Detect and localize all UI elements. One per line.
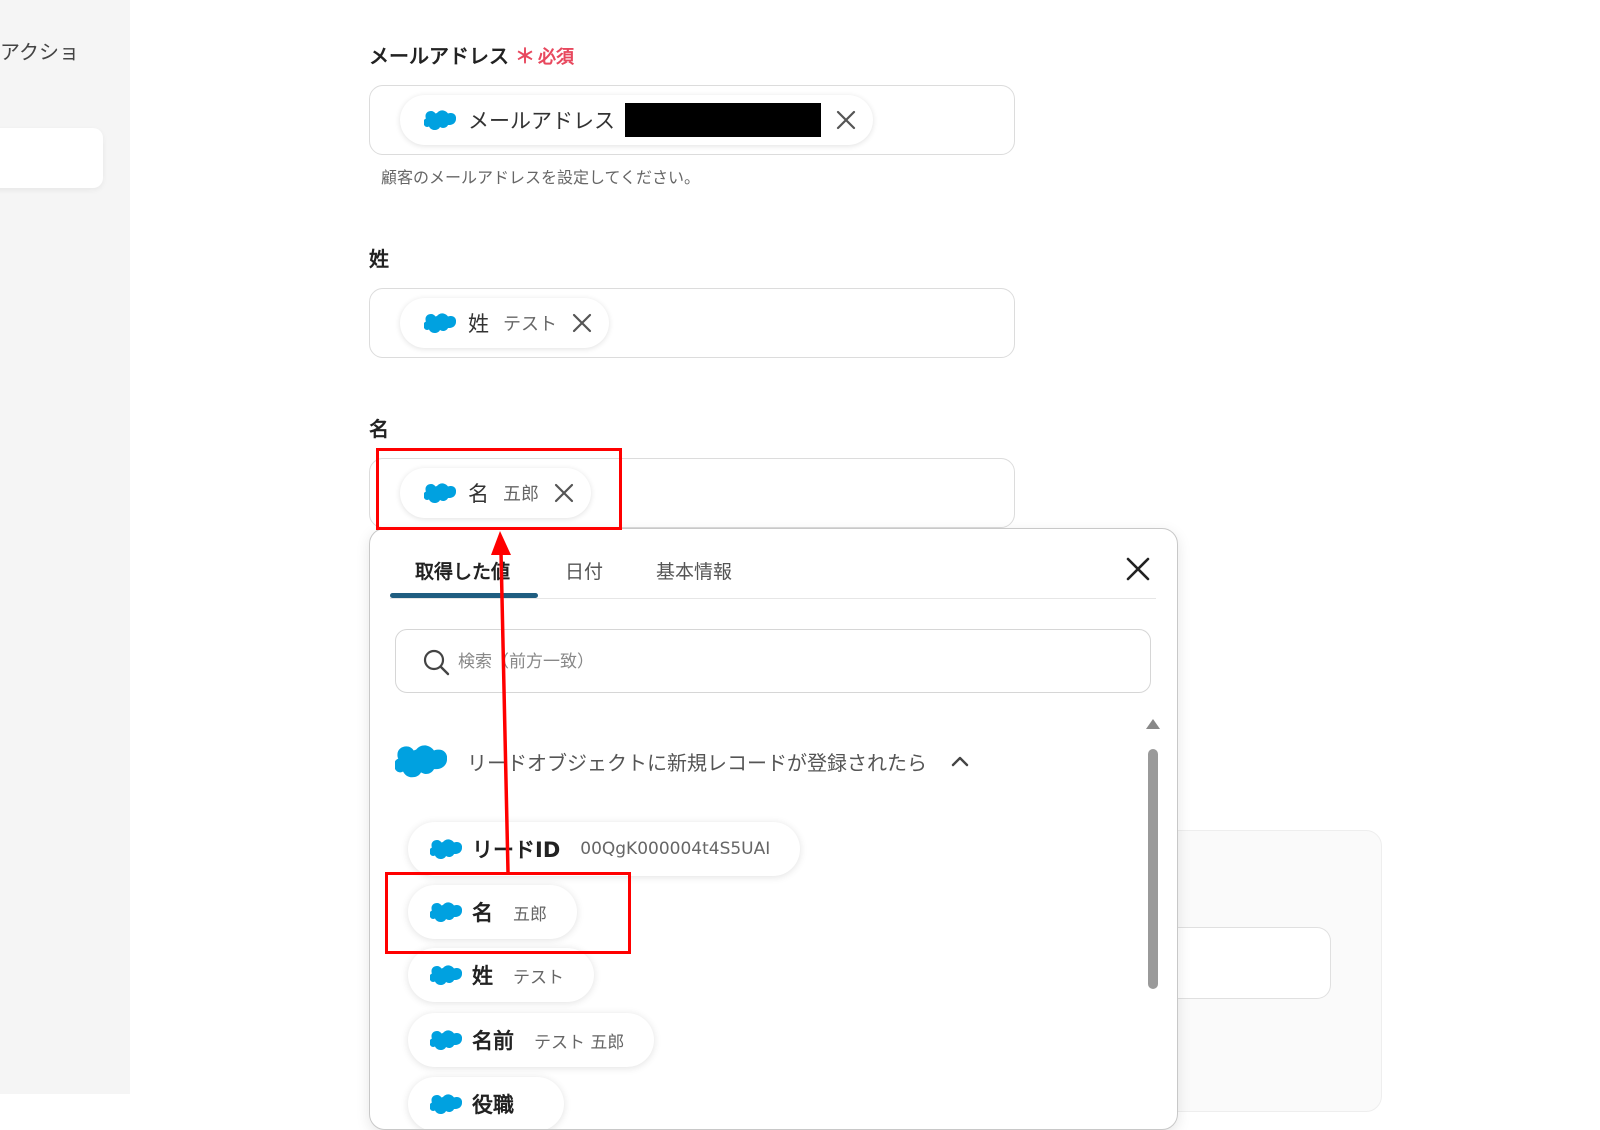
required-text: 必須 [538, 47, 574, 68]
annotation-highlight-source [385, 872, 631, 954]
item-value: テスト [513, 967, 564, 988]
last-name-label: 姓 [369, 247, 389, 271]
item-label: 名前 [472, 1029, 514, 1053]
email-hint: 顧客のメールアドレスを設定してください。 [381, 168, 701, 187]
item-label: 姓 [472, 964, 493, 988]
chip-label: メールアドレス [468, 109, 615, 133]
sidebar-action-label: アクショ [0, 40, 79, 64]
value-item-lead-id[interactable]: リードID 00QgK000004t4S5UAI [408, 822, 801, 876]
sidebar-selected-card[interactable] [0, 128, 103, 188]
salesforce-cloud-icon [424, 109, 456, 131]
tab-retrieved-values[interactable]: 取得した値 [415, 557, 510, 584]
email-value-chip[interactable]: メールアドレス [400, 95, 873, 145]
search-box[interactable] [395, 629, 1151, 693]
salesforce-cloud-icon [430, 1029, 462, 1051]
close-icon[interactable] [1124, 555, 1152, 583]
email-label-text: メールアドレス [369, 44, 509, 68]
item-value: テスト 五郎 [534, 1032, 625, 1053]
annotation-highlight-target [376, 448, 622, 530]
salesforce-cloud-icon [430, 964, 462, 986]
left-sidebar: アクショ [0, 0, 130, 1094]
chip-label: 姓 [468, 312, 489, 336]
close-icon[interactable] [571, 312, 593, 334]
salesforce-cloud-icon [424, 312, 456, 334]
scroll-up-arrow[interactable] [1146, 719, 1160, 729]
chip-value: テスト [503, 314, 557, 335]
search-icon [423, 649, 450, 676]
last-name-chip[interactable]: 姓 テスト [400, 298, 609, 348]
value-picker-popup: 取得した値 日付 基本情報 リードオブジェクトに新規レコードが登録されたら リー… [369, 528, 1178, 1130]
item-label: リードID [472, 838, 561, 862]
salesforce-cloud-icon [430, 838, 462, 860]
group-title: リードオブジェクトに新規レコードが登録されたら [467, 750, 927, 775]
scrollbar[interactable] [1146, 719, 1160, 1129]
value-item-full-name[interactable]: 名前 テスト 五郎 [408, 1013, 655, 1067]
first-name-label: 名 [369, 417, 389, 441]
salesforce-cloud-icon [430, 1093, 462, 1115]
tab-date[interactable]: 日付 [565, 557, 603, 584]
salesforce-cloud-icon [395, 743, 447, 779]
scroll-thumb[interactable] [1148, 749, 1158, 989]
item-value: 00QgK000004t4S5UAI [580, 839, 771, 859]
email-field[interactable]: メールアドレス [369, 85, 1015, 155]
tab-divider [390, 598, 1156, 599]
email-field-label: メールアドレス＊必須 [369, 40, 574, 69]
required-badge: ＊必須 [515, 44, 574, 68]
redacted-value [625, 103, 821, 137]
trigger-group-header[interactable]: リードオブジェクトに新規レコードが登録されたら [395, 743, 971, 779]
search-input[interactable] [456, 644, 1120, 680]
value-item-title[interactable]: 役職 [408, 1077, 564, 1129]
required-star: ＊ [515, 44, 535, 68]
close-icon[interactable] [835, 109, 857, 131]
value-item-last-name[interactable]: 姓 テスト [408, 948, 594, 1002]
last-name-field[interactable]: 姓 テスト [369, 288, 1015, 358]
tab-basic-info[interactable]: 基本情報 [656, 557, 732, 584]
chevron-up-icon[interactable] [949, 750, 971, 772]
background-input [1160, 927, 1331, 999]
